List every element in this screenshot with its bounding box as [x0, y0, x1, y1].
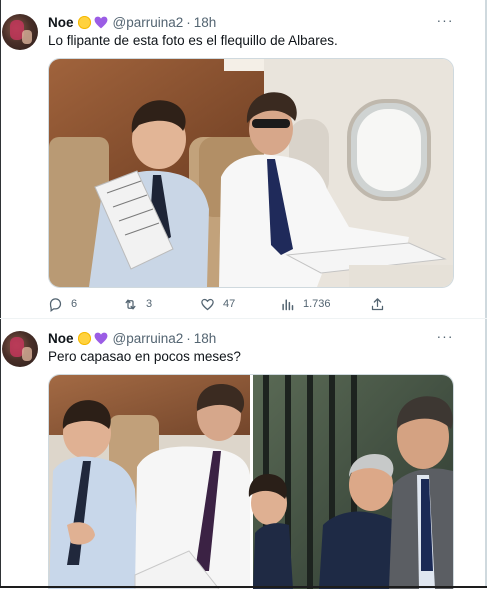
- separator-dot: ·: [186, 330, 191, 346]
- more-options-icon[interactable]: ···: [435, 13, 455, 31]
- sun-emoji-icon: [77, 15, 91, 29]
- retweet-icon: [125, 299, 136, 309]
- retweet-count: 3: [146, 298, 153, 310]
- share-icon: [371, 297, 384, 310]
- avatar[interactable]: [2, 331, 38, 367]
- tweet[interactable]: Noe @parruina2 · 18h ··· Lo flipante de …: [0, 0, 487, 319]
- tweet-header: Noe @parruina2 · 18h: [48, 328, 216, 348]
- author-name[interactable]: Noe: [48, 15, 74, 30]
- views-chart-icon: [282, 298, 294, 310]
- like-count: 47: [223, 298, 236, 310]
- tweet-text: Lo flipante de esta foto es el flequillo…: [48, 33, 338, 48]
- author-name[interactable]: Noe: [48, 331, 74, 346]
- tweet-header: Noe @parruina2 · 18h: [48, 12, 216, 32]
- sun-emoji-icon: [77, 331, 91, 345]
- reply-button[interactable]: 6: [48, 297, 123, 312]
- purple-heart-emoji-icon: [94, 332, 107, 344]
- timestamp[interactable]: 18h: [194, 331, 217, 346]
- reply-count: 6: [71, 298, 78, 310]
- author-handle[interactable]: @parruina2: [113, 15, 184, 30]
- retweet-button[interactable]: 3: [123, 297, 200, 312]
- tweet-photo[interactable]: [48, 58, 454, 288]
- tweet-photo-collage[interactable]: [48, 374, 454, 589]
- tweet-actions: 6 3 47 1.736: [48, 295, 400, 313]
- share-button[interactable]: [370, 297, 394, 312]
- separator-dot: ·: [186, 14, 191, 30]
- more-options-icon[interactable]: ···: [435, 329, 455, 347]
- tweet-text: Pero capasao en pocos meses?: [48, 349, 241, 364]
- like-button[interactable]: 47: [200, 297, 280, 312]
- purple-heart-emoji-icon: [94, 16, 107, 28]
- avatar[interactable]: [2, 14, 38, 50]
- timestamp[interactable]: 18h: [194, 15, 217, 30]
- author-handle[interactable]: @parruina2: [113, 331, 184, 346]
- tweet[interactable]: Noe @parruina2 · 18h ··· Pero capasao en…: [0, 319, 487, 589]
- photo-airplane-cabin-icon: [49, 59, 453, 287]
- reply-icon: [49, 297, 62, 312]
- heart-icon: [201, 298, 214, 310]
- photo-collage-icon: [49, 375, 453, 589]
- view-count: 1.736: [303, 298, 331, 310]
- views-button[interactable]: 1.736: [280, 297, 370, 312]
